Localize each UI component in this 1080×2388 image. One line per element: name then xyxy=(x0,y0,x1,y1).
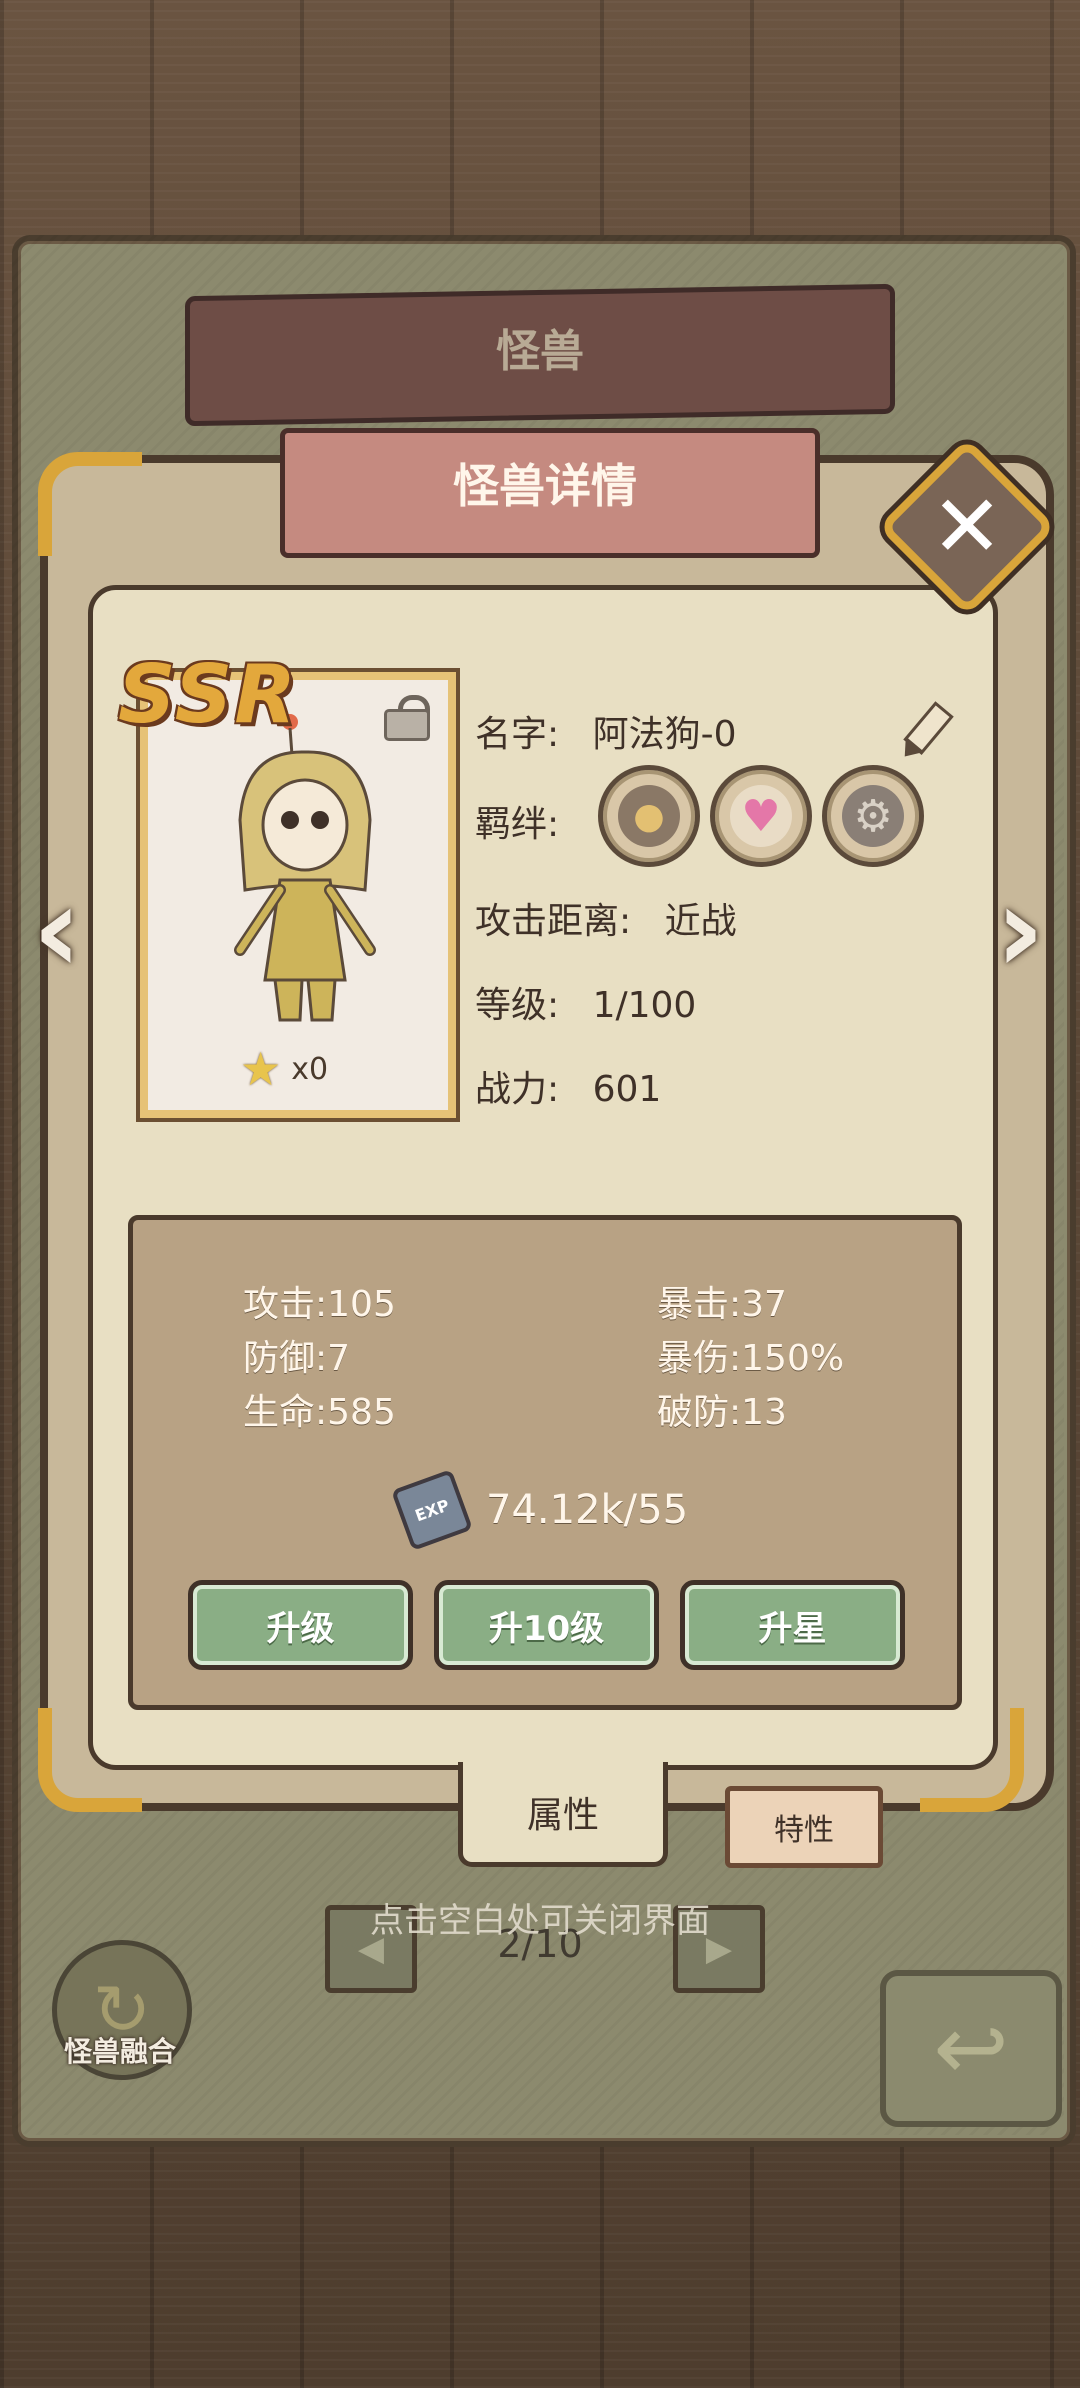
lock-icon[interactable] xyxy=(384,695,430,741)
bond-row: 羁绊: xyxy=(475,795,559,847)
exp-row: EXP 74.12k/55 xyxy=(390,1468,689,1552)
gear-icon: ⚙ xyxy=(842,785,904,847)
name-value: 阿法狗-0 xyxy=(592,714,737,755)
level-label: 等级: xyxy=(475,985,560,1026)
bond-heart-button[interactable]: ♥ xyxy=(710,765,812,867)
range-value: 近战 xyxy=(664,901,737,942)
prev-monster-button[interactable]: ‹ xyxy=(22,860,92,1000)
fusion-label: 怪兽融合 xyxy=(63,2035,176,2068)
tab-attributes[interactable]: 属性 xyxy=(458,1762,668,1867)
star-icon: ★ xyxy=(240,1042,282,1096)
close-icon[interactable]: ✕ xyxy=(892,452,1042,602)
name-row: 名字: 阿法狗-0 xyxy=(475,705,737,757)
stat-armor-pen: 破防:13 xyxy=(657,1392,787,1433)
exp-value: 74.12k/55 xyxy=(486,1487,689,1533)
monster-portrait xyxy=(234,714,376,1022)
stat-hp: 生命:585 xyxy=(243,1392,396,1433)
star-rating: ★ x0 xyxy=(240,1042,328,1096)
power-label: 战力: xyxy=(475,1069,560,1110)
power-value: 601 xyxy=(592,1069,662,1110)
bond-paw-button[interactable]: ● xyxy=(598,765,700,867)
bond-label: 羁绊: xyxy=(475,804,560,845)
tab-traits[interactable]: 特性 xyxy=(725,1786,883,1868)
back-title: 怪兽 xyxy=(496,326,584,377)
level-value: 1/100 xyxy=(592,985,697,1026)
star-count: x0 xyxy=(291,1051,329,1087)
page-title: 怪兽详情 xyxy=(453,459,637,513)
paw-icon: ● xyxy=(618,785,680,847)
exp-book-icon: EXP xyxy=(390,1468,474,1552)
return-arrow-icon: ↩ xyxy=(933,1996,1009,2101)
close-hint: 点击空白处可关闭界面 xyxy=(370,1901,710,1941)
level-row: 等级: 1/100 xyxy=(475,976,696,1028)
next-monster-button[interactable]: › xyxy=(985,860,1055,1000)
stat-defense: 防御:7 xyxy=(243,1338,351,1379)
range-label: 攻击距离: xyxy=(475,901,632,942)
stat-crit-damage: 暴伤:150% xyxy=(657,1338,845,1379)
return-button[interactable]: ↩ xyxy=(880,1970,1062,2127)
power-row: 战力: 601 xyxy=(475,1060,661,1112)
stat-attack: 攻击:105 xyxy=(243,1284,396,1325)
name-label: 名字: xyxy=(475,714,560,755)
heart-icon: ♥ xyxy=(730,785,792,847)
stat-crit: 暴击:37 xyxy=(657,1284,787,1325)
bond-gear-button[interactable]: ⚙ xyxy=(822,765,924,867)
level-up-button[interactable]: 升级 xyxy=(188,1580,413,1670)
level-up-10-button[interactable]: 升10级 xyxy=(434,1580,659,1670)
star-up-button[interactable]: 升星 xyxy=(680,1580,905,1670)
range-row: 攻击距离: 近战 xyxy=(475,892,737,944)
rarity-badge: SSR xyxy=(118,648,298,741)
